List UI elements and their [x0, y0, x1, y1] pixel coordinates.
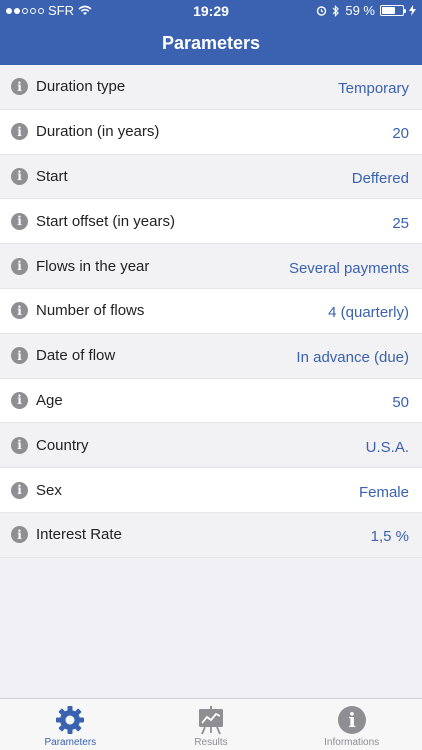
tab-label: Parameters [44, 737, 97, 748]
row-label: Flows in the year [36, 257, 150, 275]
row-label: Start offset (in years) [36, 212, 175, 230]
info-icon[interactable]: i [11, 526, 28, 544]
info-icon[interactable]: i [11, 167, 28, 185]
row-value[interactable]: 25 [392, 215, 409, 232]
row-start[interactable]: i Start Deffered [0, 154, 422, 200]
row-value[interactable]: 1,5 % [371, 528, 409, 545]
svg-text:i: i [348, 708, 356, 732]
info-icon[interactable]: i [11, 302, 28, 320]
alarm-icon [317, 6, 327, 16]
gear-icon [56, 706, 85, 734]
row-value[interactable]: Deffered [352, 170, 409, 187]
bluetooth-icon [332, 4, 340, 17]
row-label: Duration (in years) [36, 123, 160, 141]
info-icon[interactable]: i [11, 436, 28, 454]
row-date-of-flow[interactable]: i Date of flow In advance (due) [0, 333, 422, 379]
row-start-offset[interactable]: i Start offset (in years) 25 [0, 199, 422, 245]
tab-bar: Parameters Results i Informations [0, 698, 422, 750]
chart-board-icon [199, 706, 223, 735]
row-duration-years[interactable]: i Duration (in years) 20 [0, 109, 422, 155]
row-interest-rate[interactable]: i Interest Rate 1,5 % [0, 512, 422, 558]
tab-label: Informations [324, 737, 380, 748]
info-icon[interactable]: i [11, 481, 28, 499]
row-value[interactable]: U.S.A. [366, 439, 409, 456]
row-number-of-flows[interactable]: i Number of flows 4 (quarterly) [0, 288, 422, 334]
info-icon: i [337, 706, 366, 734]
row-value[interactable]: Several payments [289, 260, 409, 277]
navigation-bar: SFR 19:29 59 % Parameters [0, 0, 422, 65]
row-value[interactable]: 50 [392, 394, 409, 411]
row-label: Interest Rate [36, 526, 122, 544]
parameters-list: i Duration type Temporary i Duration (in… [0, 65, 422, 558]
row-label: Country [36, 436, 89, 454]
row-age[interactable]: i Age 50 [0, 378, 422, 424]
row-value[interactable]: Female [359, 484, 409, 501]
row-label: Sex [36, 481, 62, 499]
row-label: Age [36, 391, 63, 409]
row-flows-in-year[interactable]: i Flows in the year Several payments [0, 244, 422, 289]
tab-results[interactable]: Results [141, 699, 282, 750]
row-label: Number of flows [36, 302, 145, 320]
row-label: Start [36, 167, 68, 185]
info-icon[interactable]: i [11, 212, 28, 230]
tab-informations[interactable]: i Informations [281, 699, 422, 750]
page-title: Parameters [161, 33, 261, 53]
tab-label: Results [194, 737, 228, 748]
row-label: Date of flow [36, 347, 116, 365]
charging-icon [409, 5, 416, 16]
info-icon[interactable]: i [11, 257, 28, 275]
info-icon[interactable]: i [11, 78, 28, 96]
row-country[interactable]: i Country U.S.A. [0, 423, 422, 469]
battery-percent: 59 % [345, 3, 375, 18]
tab-parameters[interactable]: Parameters [0, 699, 141, 750]
row-value[interactable]: 20 [392, 125, 409, 142]
info-icon[interactable]: i [11, 123, 28, 141]
battery-icon [380, 5, 406, 16]
status-bar: SFR 19:29 59 % [0, 0, 422, 22]
row-value[interactable]: In advance (due) [296, 349, 409, 366]
row-duration-type[interactable]: i Duration type Temporary [0, 65, 422, 110]
row-value[interactable]: 4 (quarterly) [328, 304, 409, 321]
row-value[interactable]: Temporary [338, 80, 409, 97]
info-icon[interactable]: i [11, 347, 28, 365]
info-icon[interactable]: i [11, 391, 28, 409]
row-label: Duration type [36, 78, 126, 96]
row-sex[interactable]: i Sex Female [0, 468, 422, 513]
